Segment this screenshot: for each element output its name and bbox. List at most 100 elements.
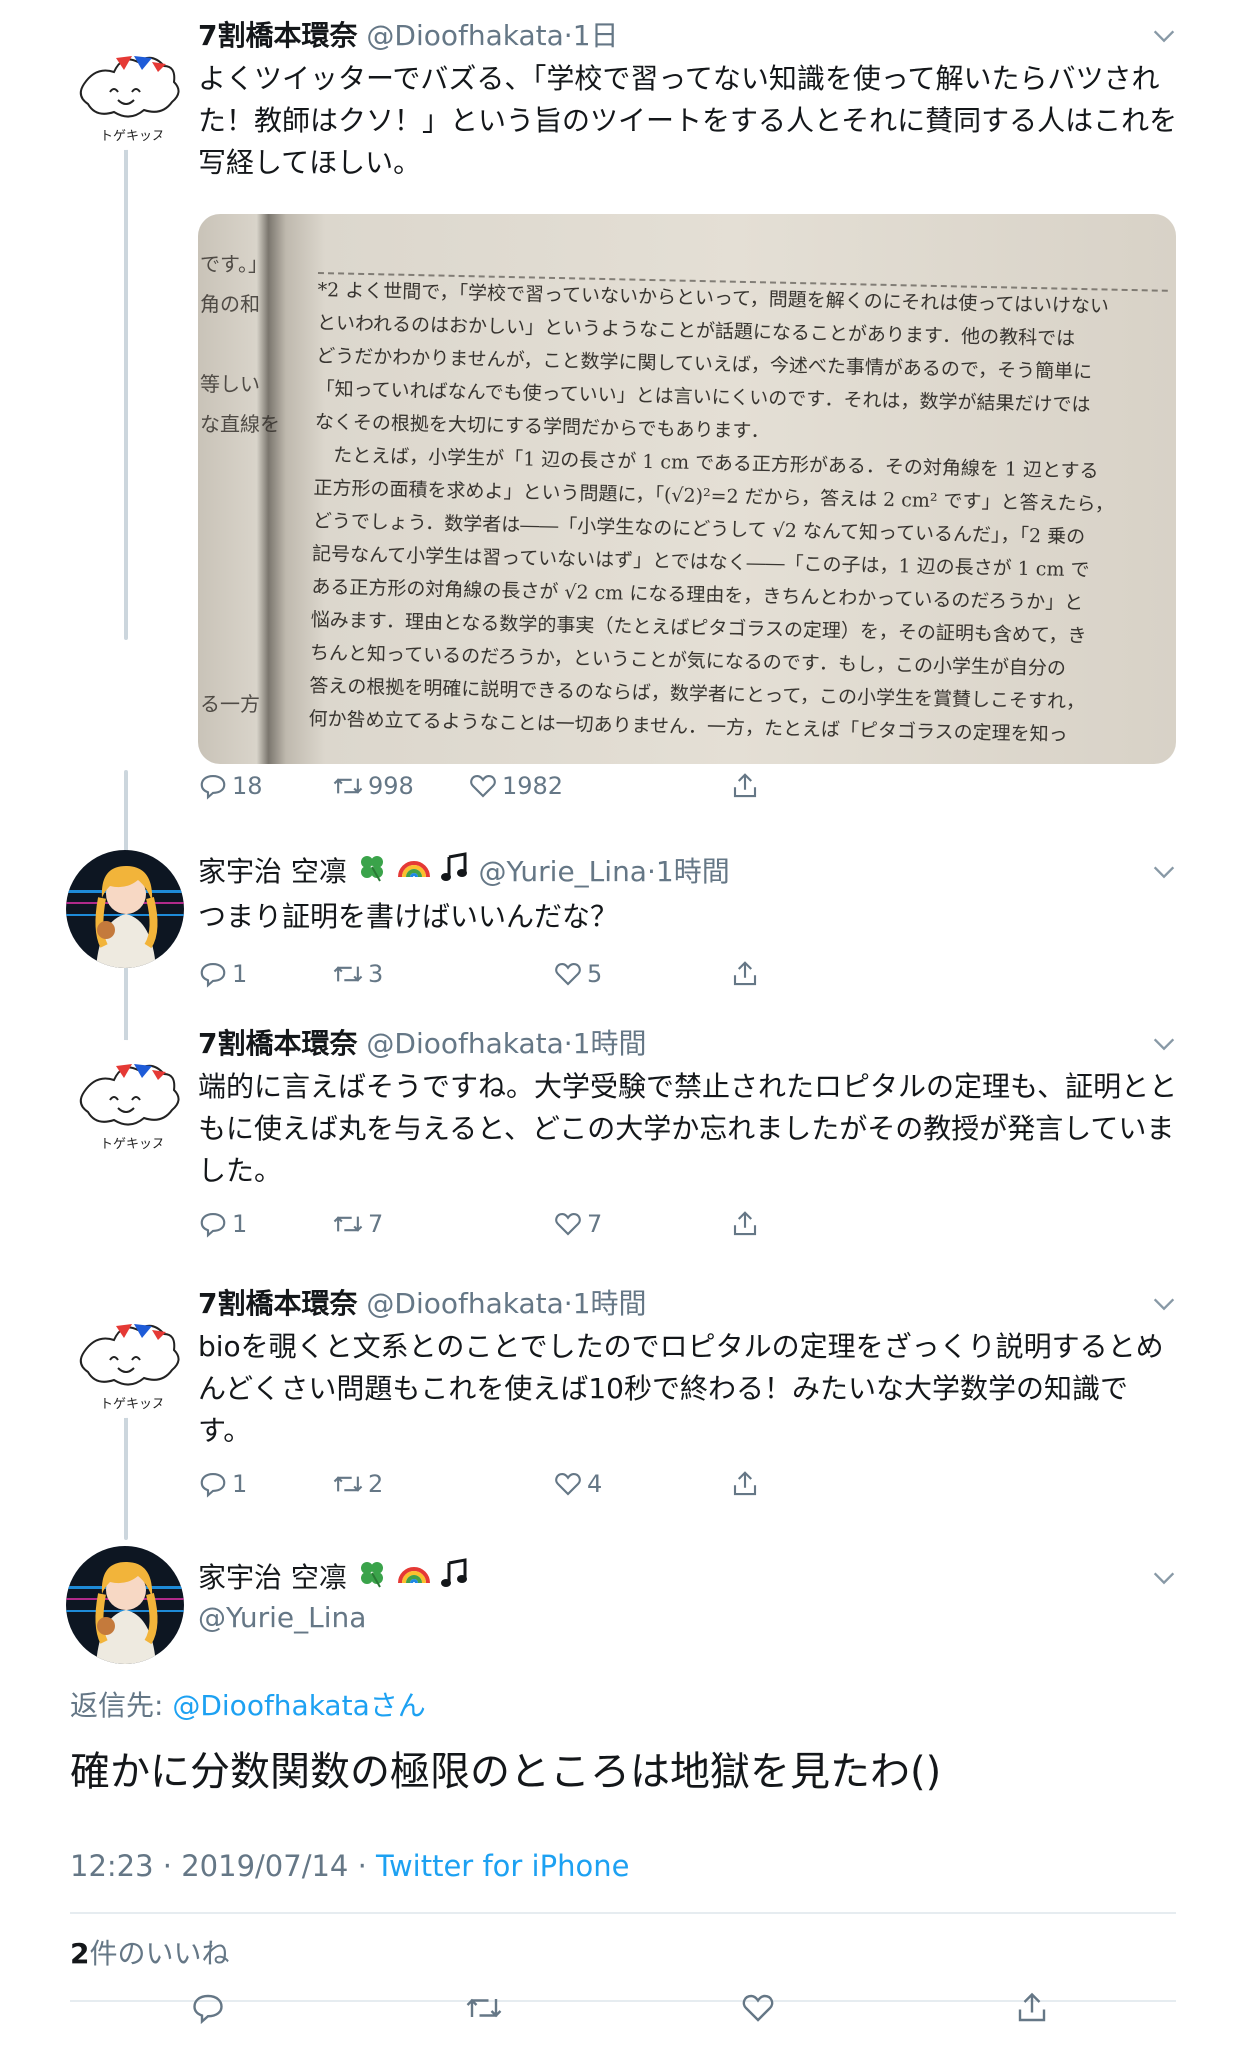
like-count: 4: [587, 1470, 603, 1498]
chevron-down-icon[interactable]: [1150, 22, 1178, 50]
tweet-time[interactable]: 1日: [573, 19, 619, 52]
retweet-button[interactable]: 3: [332, 954, 383, 994]
chevron-down-icon[interactable]: [1150, 1564, 1178, 1592]
retweet-icon: [333, 778, 363, 794]
share-button[interactable]: [730, 766, 760, 806]
heart-icon: [555, 1472, 581, 1496]
photo-book-text: *2 よく世間で，「学校で習っていないからといって，問題を解くのにそれは使っては…: [308, 278, 1115, 746]
reply-button[interactable]: [190, 1990, 226, 2030]
separator-dot: ·: [563, 1287, 573, 1320]
tweet-photo[interactable]: です。」 角の和 等しい な直線を る一方 *2 よく世間で，「学校で習っていな…: [198, 214, 1176, 764]
like-count: 7: [587, 1210, 603, 1238]
tweet-timestamp: 12:23 · 2019/07/14 ·: [70, 1849, 377, 1883]
share-icon: [733, 1211, 757, 1236]
share-button[interactable]: [730, 1464, 760, 1504]
like-button[interactable]: 1982: [468, 766, 563, 806]
like-count: 5: [587, 960, 603, 988]
share-icon: [733, 773, 757, 798]
avatar[interactable]: [66, 1546, 184, 1664]
tweet-text: つまり証明を書けばいいんだな？: [198, 900, 619, 933]
replying-to-mention[interactable]: @Dioofhakataさん: [172, 1689, 425, 1722]
tweet[interactable]: トゲキッス 7割橋本環奈 @Dioofhakata·1時間 端的に言えばそうです…: [0, 1022, 1238, 1252]
display-name[interactable]: 家宇治 空凛: [198, 1561, 347, 1594]
music-note-emoji-icon: [440, 1557, 470, 1602]
replying-to-label: 返信先:: [70, 1689, 173, 1722]
tweet-header: 7割橋本環奈 @Dioofhakata·1時間: [198, 1022, 1178, 1066]
display-name[interactable]: 7割橋本環奈: [198, 1287, 357, 1320]
share-button[interactable]: [730, 954, 760, 994]
reply-icon: [200, 1472, 226, 1498]
like-button[interactable]: 5: [553, 954, 602, 994]
photo-left-page-text: です。」 角の和 等しい な直線を る一方: [200, 252, 280, 716]
retweet-button[interactable]: 998: [332, 766, 414, 806]
tweet-time[interactable]: 1時間: [573, 1027, 647, 1060]
likes-count: 2: [70, 1937, 90, 1970]
heart-icon: [555, 962, 581, 986]
like-button[interactable]: 7: [553, 1204, 602, 1244]
tweet-actions: 1 7 7: [198, 1204, 798, 1244]
tweet[interactable]: 家宇治 空凛 @Yurie_Lina·1時間 つまり証明を書けばいいんだな？ 1…: [0, 850, 1238, 990]
reply-button[interactable]: 1: [198, 954, 247, 994]
reply-count: 18: [232, 772, 263, 800]
display-name[interactable]: 家宇治 空凛: [198, 855, 347, 888]
rainbow-emoji-icon: [397, 1557, 431, 1602]
retweet-button[interactable]: [464, 1990, 504, 2030]
replying-to: 返信先: @Dioofhakataさん: [70, 1686, 426, 1726]
display-name[interactable]: 7割橋本環奈: [198, 1027, 357, 1060]
user-handle[interactable]: @Yurie_Lina: [198, 1601, 366, 1634]
retweet-button[interactable]: 2: [332, 1464, 383, 1504]
tweet[interactable]: トゲキッス 7割橋本環奈 @Dioofhakata·1時間 bioを覗くと文系と…: [0, 1282, 1238, 1512]
user-handle[interactable]: @Dioofhakata: [366, 1287, 563, 1320]
likes-summary[interactable]: 2件のいいね: [70, 1932, 230, 1976]
chevron-down-icon[interactable]: [1150, 1030, 1178, 1058]
user-handle[interactable]: @Dioofhakata: [366, 19, 563, 52]
user-handle[interactable]: @Yurie_Lina: [479, 855, 647, 888]
tweet-text: bioを覗くと文系とのことでしたのでロピタルの定理をざっくり説明するとめんどくさ…: [198, 1330, 1164, 1447]
svg-text:トゲキッス: トゲキッス: [100, 129, 165, 144]
retweet-button[interactable]: 7: [332, 1204, 383, 1244]
rainbow-emoji-icon: [397, 851, 431, 896]
like-button[interactable]: [740, 1990, 776, 2030]
tweet-actions: 1 2 4: [198, 1464, 798, 1504]
focused-tweet: 家宇治 空凛 @Yurie_Lina 返信先: @Dioofhakataさん 確…: [0, 1546, 1238, 2046]
tweet-time[interactable]: 1時間: [573, 1287, 647, 1320]
avatar[interactable]: トゲキッス: [66, 1040, 184, 1158]
tweet-actions: 1 3 5: [198, 954, 798, 994]
focused-handle-row: @Yurie_Lina: [198, 1596, 1178, 1640]
tweet-text: よくツイッターでバズる、「学校で習ってない知識を使って解いたらバツされた！教師は…: [198, 62, 1178, 179]
reply-count: 1: [232, 1210, 248, 1238]
display-name[interactable]: 7割橋本環奈: [198, 19, 357, 52]
tweet-header: 家宇治 空凛 @Yurie_Lina·1時間: [198, 850, 1178, 894]
avatar[interactable]: トゲキッス: [66, 1300, 184, 1418]
music-note-emoji-icon: [440, 851, 470, 896]
togekiss-avatar-icon: トゲキッス: [66, 1040, 184, 1158]
tweet-time[interactable]: 1時間: [656, 855, 730, 888]
share-button[interactable]: [1014, 1990, 1050, 2030]
togekiss-avatar-icon: トゲキッス: [66, 32, 184, 150]
clover-emoji-icon: [356, 851, 388, 896]
like-button[interactable]: 4: [553, 1464, 602, 1504]
share-button[interactable]: [730, 1204, 760, 1244]
divider: [70, 1912, 1176, 1914]
chevron-down-icon[interactable]: [1150, 858, 1178, 886]
share-icon: [733, 961, 757, 986]
tweet[interactable]: トゲキッス 7割橋本環奈 @Dioofhakata·1日 よくツイッターでバズる…: [0, 14, 1238, 814]
tweet-source-link[interactable]: Twitter for iPhone: [376, 1849, 629, 1883]
tweet-text: 端的に言えばそうですね。大学受験で禁止されたロピタルの定理も、証明とともに使えば…: [198, 1070, 1178, 1187]
chevron-down-icon[interactable]: [1150, 1290, 1178, 1318]
separator-dot: ·: [563, 1027, 573, 1060]
reply-count: 1: [232, 1470, 248, 1498]
heart-icon: [470, 774, 496, 798]
reply-button[interactable]: 1: [198, 1464, 247, 1504]
retweet-count: 2: [368, 1470, 384, 1498]
tweet-metadata: 12:23 · 2019/07/14 · Twitter for iPhone: [70, 1844, 629, 1888]
separator-dot: ·: [646, 855, 656, 888]
user-handle[interactable]: @Dioofhakata: [366, 1027, 563, 1060]
avatar[interactable]: トゲキッス: [66, 32, 184, 150]
reply-count: 1: [232, 960, 248, 988]
retweet-icon: [466, 1998, 502, 2018]
avatar[interactable]: [66, 850, 184, 968]
tweet-header: 7割橋本環奈 @Dioofhakata·1時間: [198, 1282, 1178, 1326]
reply-button[interactable]: 18: [198, 766, 263, 806]
reply-button[interactable]: 1: [198, 1204, 247, 1244]
